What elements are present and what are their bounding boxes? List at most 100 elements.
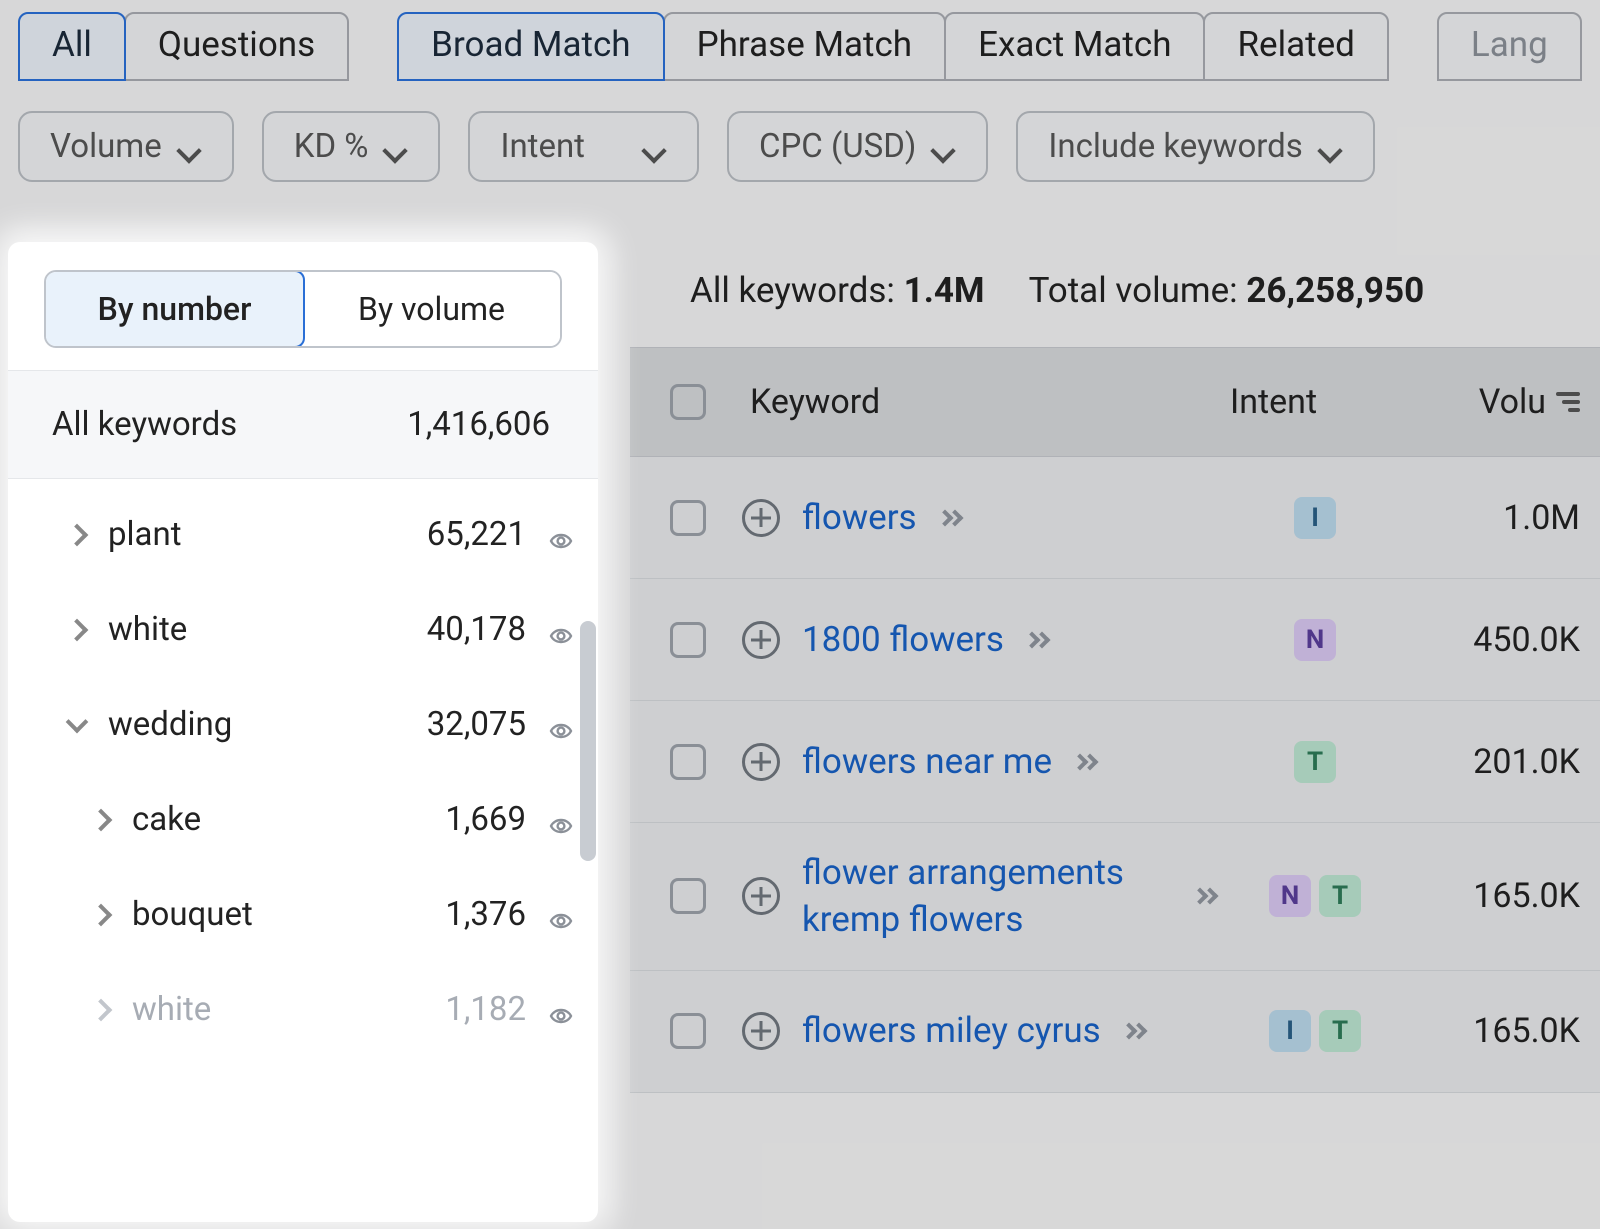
seg-by-number[interactable]: By number (44, 270, 305, 348)
intent-cell: I (1230, 497, 1400, 539)
row-checkbox[interactable] (670, 744, 706, 780)
chevron-down-icon[interactable] (62, 714, 92, 736)
all-keywords-row[interactable]: All keywords 1,416,606 (8, 370, 598, 479)
intent-cell: IT (1230, 1010, 1400, 1052)
tree-row-cake[interactable]: cake1,669 (8, 772, 598, 867)
tree-term: cake (132, 800, 445, 839)
eye-icon[interactable] (544, 998, 578, 1022)
chevron-down-icon (934, 136, 956, 158)
eye-icon[interactable] (544, 713, 578, 737)
intent-cell: N (1230, 619, 1400, 661)
double-chevron-icon[interactable] (1026, 634, 1048, 646)
filter-include-label: Include keywords (1048, 127, 1302, 166)
tree-count: 1,182 (445, 990, 526, 1029)
double-chevron-icon[interactable] (1123, 1025, 1145, 1037)
table-row: flower arrangements kremp flowers NT165.0… (630, 823, 1600, 971)
all-keywords-count: 1,416,606 (407, 405, 550, 444)
tab-related[interactable]: Related (1203, 12, 1388, 81)
summary-all-value: 1.4M (904, 270, 985, 311)
tree-term: white (132, 990, 445, 1029)
keyword-link[interactable]: flowers near me (802, 738, 1052, 785)
intent-badge-n: N (1294, 619, 1336, 661)
col-keyword-header[interactable]: Keyword (750, 382, 1230, 422)
keyword-cell: flowers (706, 494, 1230, 541)
double-chevron-icon[interactable] (939, 512, 961, 524)
chevron-down-icon (180, 136, 202, 158)
chevron-down-icon (386, 136, 408, 158)
keyword-cell: flowers near me (706, 738, 1230, 785)
keyword-link[interactable]: flowers miley cyrus (802, 1007, 1101, 1054)
col-volume-header[interactable]: Volu (1400, 382, 1600, 422)
add-icon[interactable] (742, 1012, 780, 1050)
add-icon[interactable] (742, 621, 780, 659)
chevron-right-icon[interactable] (62, 622, 92, 638)
intent-cell: NT (1230, 875, 1400, 917)
tree-count: 40,178 (427, 610, 526, 649)
row-checkbox[interactable] (670, 622, 706, 658)
chevron-right-icon[interactable] (62, 527, 92, 543)
filter-include-keywords[interactable]: Include keywords (1016, 111, 1374, 182)
tree-term: wedding (108, 705, 427, 744)
eye-icon[interactable] (544, 808, 578, 832)
eye-icon[interactable] (544, 523, 578, 547)
all-keywords-label: All keywords (52, 405, 237, 444)
tab-broad-match[interactable]: Broad Match (397, 12, 664, 81)
tab-languages[interactable]: Lang (1437, 12, 1582, 81)
summary-total-label: Total volume: (1029, 270, 1238, 311)
add-icon[interactable] (742, 877, 780, 915)
table-row: 1800 flowersN450.0K (630, 579, 1600, 701)
intent-badge-t: T (1319, 1010, 1361, 1052)
add-icon[interactable] (742, 499, 780, 537)
results-summary: All keywords: 1.4M Total volume: 26,258,… (630, 260, 1600, 347)
volume-cell: 165.0K (1400, 876, 1600, 916)
col-intent-header[interactable]: Intent (1230, 382, 1400, 422)
keyword-cell: 1800 flowers (706, 616, 1230, 663)
seg-by-volume[interactable]: By volume (303, 272, 560, 346)
tree-row-wedding[interactable]: wedding32,075 (8, 677, 598, 772)
keyword-link[interactable]: flower arrangements kremp flowers (802, 849, 1172, 944)
tab-phrase-match[interactable]: Phrase Match (663, 12, 947, 81)
chevron-right-icon[interactable] (86, 812, 116, 828)
sort-desc-icon (1556, 392, 1580, 412)
double-chevron-icon[interactable] (1194, 890, 1216, 902)
tab-exact-match[interactable]: Exact Match (944, 12, 1205, 81)
filter-intent[interactable]: Intent (468, 111, 699, 182)
tab-questions[interactable]: Questions (124, 12, 349, 81)
filters-row: Volume KD % Intent CPC (USD) Include key… (0, 81, 1600, 212)
row-checkbox[interactable] (670, 500, 706, 536)
summary-total-value: 26,258,950 (1246, 270, 1424, 311)
intent-cell: T (1230, 741, 1400, 783)
filter-cpc[interactable]: CPC (USD) (727, 111, 988, 182)
keyword-link[interactable]: 1800 flowers (802, 616, 1004, 663)
add-icon[interactable] (742, 743, 780, 781)
table-row: flowersI1.0M (630, 457, 1600, 579)
keyword-cell: flowers miley cyrus (706, 1007, 1230, 1054)
double-chevron-icon[interactable] (1074, 756, 1096, 768)
tab-all[interactable]: All (18, 12, 126, 81)
tree-count: 65,221 (427, 515, 526, 554)
match-type-tabs: All Questions Broad Match Phrase Match E… (0, 0, 1600, 81)
eye-icon[interactable] (544, 618, 578, 642)
chevron-right-icon[interactable] (86, 1002, 116, 1018)
intent-badge-i: I (1294, 497, 1336, 539)
filter-kd[interactable]: KD % (262, 111, 441, 182)
summary-all-label: All keywords: (690, 270, 895, 311)
filter-volume[interactable]: Volume (18, 111, 234, 182)
eye-icon[interactable] (544, 903, 578, 927)
scrollbar-thumb[interactable] (580, 621, 596, 861)
chevron-down-icon (1321, 136, 1343, 158)
chevron-right-icon[interactable] (86, 907, 116, 923)
tree-row-plant[interactable]: plant65,221 (8, 487, 598, 582)
keyword-link[interactable]: flowers (802, 494, 917, 541)
select-all-checkbox[interactable] (670, 384, 706, 420)
volume-cell: 165.0K (1400, 1011, 1600, 1051)
filter-volume-label: Volume (50, 127, 162, 166)
intent-badge-n: N (1269, 875, 1311, 917)
filter-intent-label: Intent (500, 127, 585, 166)
row-checkbox[interactable] (670, 878, 706, 914)
tree-row-bouquet[interactable]: bouquet1,376 (8, 867, 598, 962)
row-checkbox[interactable] (670, 1013, 706, 1049)
tree-row-white[interactable]: white1,182 (8, 962, 598, 1057)
tree-row-white[interactable]: white40,178 (8, 582, 598, 677)
table-row: flowers miley cyrus IT165.0K (630, 971, 1600, 1093)
